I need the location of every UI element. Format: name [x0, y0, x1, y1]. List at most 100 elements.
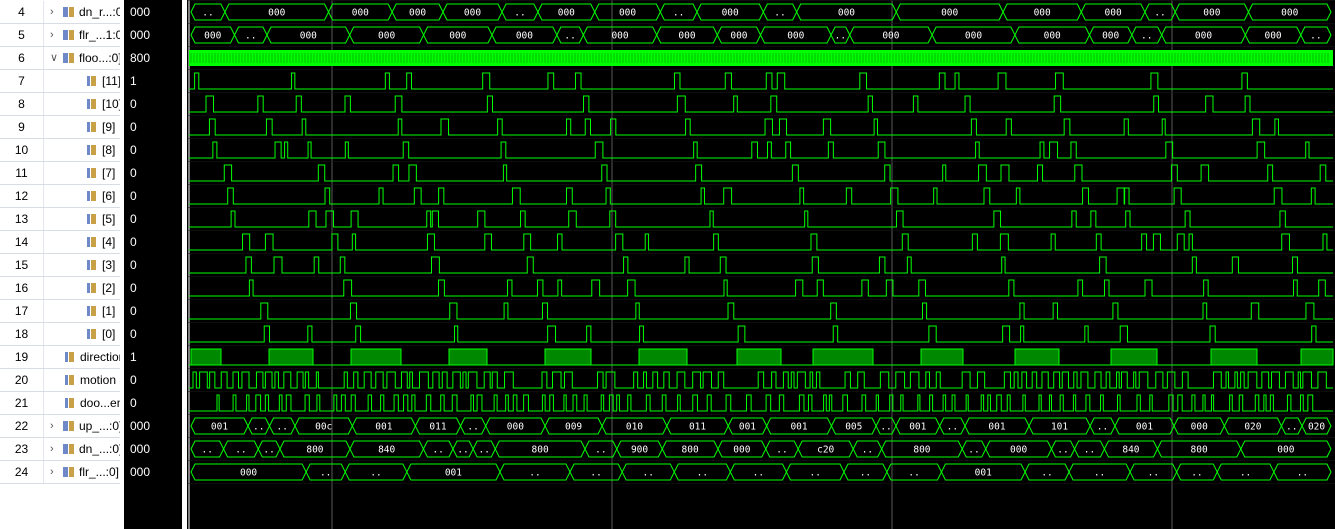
signal-row[interactable]: 6 ∨ floo...:0]	[0, 47, 120, 70]
signal-name: [4]	[102, 235, 116, 249]
signal-row[interactable]: 12 [6]	[0, 185, 120, 208]
signal-value: 0	[130, 235, 137, 249]
bus-value-label: ..	[245, 31, 256, 42]
bus-value-label: ..	[277, 422, 288, 433]
bus-value-label: 000	[1281, 8, 1298, 19]
bus-value-label: ..	[753, 468, 764, 479]
signal-row[interactable]: 23 › dn_...:0]	[0, 438, 120, 461]
bit-high-block	[190, 348, 222, 366]
bus-value-label: 000	[558, 8, 575, 19]
chevron-right-icon[interactable]: ›	[50, 415, 54, 437]
bit-signal-icon	[87, 214, 96, 224]
chevron-right-icon[interactable]: ›	[50, 1, 54, 23]
bit-waveform	[189, 72, 1333, 90]
row-number: 15	[0, 254, 44, 276]
bit-signal-icon	[87, 99, 96, 109]
bit-signal-icon	[87, 260, 96, 270]
waveform-canvas[interactable]: .. 000 000 000 000.. 000 000.. 000.. 000 000 000 00…	[187, 0, 1335, 529]
signal-row[interactable]: 14 [4]	[0, 231, 120, 254]
bus-value-label: 000	[1203, 8, 1220, 19]
signal-row[interactable]: 7 [11]	[0, 70, 120, 93]
signal-row[interactable]: 17 [1]	[0, 300, 120, 323]
bus-value-label: ..	[697, 468, 708, 479]
bit-waveform	[189, 302, 1333, 320]
bus-value-label: ..	[643, 468, 654, 479]
bus-value-label: 020	[1308, 422, 1325, 433]
bus-value-label: 101	[1051, 422, 1068, 433]
chevron-right-icon[interactable]: ›	[50, 461, 54, 483]
signal-row[interactable]: 19 direction	[0, 346, 120, 369]
chevron-down-icon[interactable]: ∨	[50, 47, 58, 69]
bus-value-label: ..	[809, 468, 820, 479]
signal-name: [1]	[102, 304, 116, 318]
signal-row[interactable]: 22 › up_...:0]	[0, 415, 120, 438]
waveform-area[interactable]: .. 000 000 000 000.. 000 000.. 000.. 000 000 000 00…	[187, 0, 1335, 529]
row-number: 19	[0, 346, 44, 368]
chevron-right-icon[interactable]: ›	[50, 438, 54, 460]
bus-value-label: 000	[1195, 31, 1212, 42]
signal-name: [11]	[102, 74, 120, 88]
signal-name: flr_...1:0	[79, 28, 120, 42]
row-number: 6	[0, 47, 44, 69]
bus-value-label: 001	[445, 468, 462, 479]
bit-high-block	[350, 348, 402, 366]
bit-waveform	[189, 233, 1333, 251]
bus-value-label: 000	[268, 8, 285, 19]
signal-row[interactable]: 9 [9]	[0, 116, 120, 139]
signal-value: 000	[130, 442, 151, 456]
bus-value-label: ..	[529, 468, 540, 479]
bus-value-label: 000	[507, 422, 524, 433]
signal-name: [3]	[102, 258, 116, 272]
bit-waveform	[189, 141, 1333, 159]
bus-value-label: 000	[240, 468, 257, 479]
bus-value-label: ..	[1141, 31, 1152, 42]
signal-row[interactable]: 21 doo...en	[0, 392, 120, 415]
signal-row[interactable]: 5 › flr_...1:0	[0, 24, 120, 47]
bus-value-label: ..	[263, 445, 274, 456]
bit-waveform	[189, 279, 1333, 297]
signal-name: [7]	[102, 166, 116, 180]
bus-value-label: ..	[1041, 468, 1052, 479]
row-number: 7	[0, 70, 44, 92]
bus-value-label: 840	[1122, 445, 1139, 456]
bus-value-label: ..	[432, 445, 443, 456]
signal-name: flr_...:0]	[79, 465, 120, 479]
row-number: 11	[0, 162, 44, 184]
bus-value-label: ..	[235, 445, 246, 456]
bit-high-block	[1300, 348, 1334, 366]
signal-value: 0	[130, 212, 137, 226]
bit-signal-icon	[65, 375, 74, 385]
bus-value-label: ..	[835, 31, 846, 42]
signal-row[interactable]: 8 [10]	[0, 93, 120, 116]
signal-value: 000	[130, 28, 151, 42]
signal-row[interactable]: 10 [8]	[0, 139, 120, 162]
bus-value-label: 001	[790, 422, 807, 433]
signal-row[interactable]: 18 [0]	[0, 323, 120, 346]
signal-row[interactable]: 15 [3]	[0, 254, 120, 277]
bus-value-label: 800	[1191, 445, 1208, 456]
signal-row[interactable]: 11 [7]	[0, 162, 120, 185]
signal-name: dn_r...:0]	[79, 5, 120, 19]
bus-value-label: ..	[202, 445, 213, 456]
signal-row[interactable]: 20 motion	[0, 369, 120, 392]
signal-row[interactable]: 4 › dn_r...:0]	[0, 1, 120, 24]
row-number: 24	[0, 461, 44, 483]
bus-value-label: ..	[1191, 468, 1202, 479]
signal-row[interactable]: 24 › flr_...:0]	[0, 461, 120, 484]
signal-row[interactable]: 16 [2]	[0, 277, 120, 300]
bus-value-label: 001	[1136, 422, 1153, 433]
chevron-right-icon[interactable]: ›	[50, 24, 54, 46]
signal-row[interactable]: 13 [5]	[0, 208, 120, 231]
bus-value-label: 000	[882, 31, 899, 42]
signal-value: 0	[130, 166, 137, 180]
bus-signal-icon	[63, 30, 74, 40]
bit-signal-icon	[65, 352, 74, 362]
bus-value-label: ..	[1097, 422, 1108, 433]
bus-value-label: 000	[409, 8, 426, 19]
bit-high-block	[920, 348, 964, 366]
bus-value-label: 001	[739, 422, 756, 433]
bus-value-label: c20	[817, 445, 834, 456]
signal-name: [9]	[102, 120, 116, 134]
row-number: 10	[0, 139, 44, 161]
bus-value-label: ..	[1148, 468, 1159, 479]
